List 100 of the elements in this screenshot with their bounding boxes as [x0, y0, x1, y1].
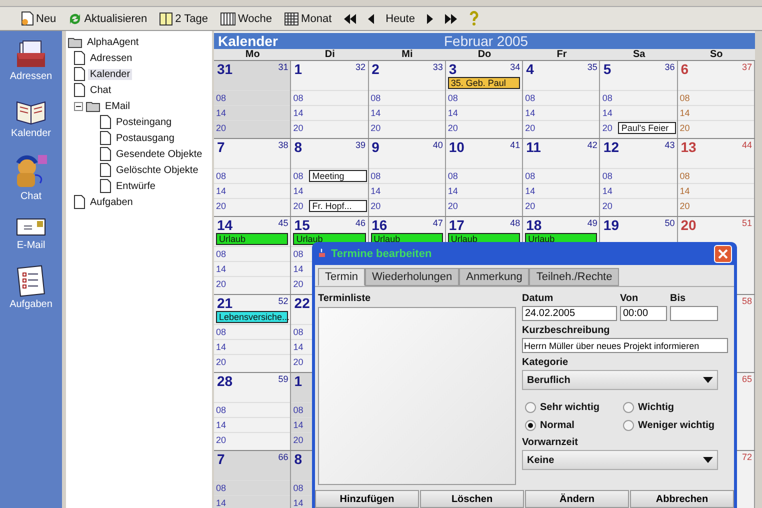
- hour-label: 20: [293, 435, 304, 445]
- day-of-year: 46: [356, 218, 366, 230]
- day-of-year: 49: [587, 218, 598, 230]
- hour-label: 14: [216, 186, 228, 196]
- hour-label: 08: [216, 93, 228, 103]
- day-of-year: 33: [432, 62, 443, 74]
- day-of-year: 43: [664, 140, 675, 152]
- field-label: Vorwarnzeit: [522, 437, 579, 448]
- hour-label: 14: [370, 186, 382, 196]
- hour-label: 20: [448, 123, 459, 133]
- day-number: 10: [448, 140, 464, 155]
- day-of-year: 39: [356, 140, 366, 152]
- hour-label: 08: [216, 171, 228, 181]
- hour-label: 08: [216, 327, 228, 337]
- day-number: 14: [217, 218, 233, 233]
- hour-label: 14: [680, 108, 691, 118]
- weekday-header: Mi: [400, 49, 414, 60]
- hour-label: 20: [602, 201, 614, 211]
- hour-label: 14: [216, 342, 228, 352]
- hour-label: 08: [293, 171, 304, 181]
- day-of-year: 48: [510, 218, 520, 230]
- hour-label: 08: [602, 93, 614, 103]
- hour-label: 14: [293, 186, 304, 196]
- hour-label: 08: [448, 93, 459, 103]
- day-number: 6: [680, 62, 688, 77]
- weekday-header: So: [708, 49, 724, 60]
- field-label: Bis: [670, 293, 687, 304]
- hour-label: 14: [293, 108, 304, 118]
- day-of-year: 45: [278, 218, 288, 230]
- hour-label: 20: [216, 279, 228, 289]
- hour-label: 20: [216, 201, 228, 211]
- hour-label: 08: [293, 483, 304, 493]
- day-number: 1: [294, 374, 302, 389]
- weekday-header: Sa: [632, 49, 646, 60]
- day-of-year: 51: [742, 218, 752, 230]
- hour-label: 08: [525, 171, 536, 181]
- hour-label: 20: [293, 123, 304, 133]
- day-number: 9: [372, 140, 380, 155]
- hour-label: 14: [602, 108, 614, 118]
- hour-label: 14: [680, 186, 691, 196]
- day-of-year: 72: [742, 452, 752, 464]
- hour-label: 08: [216, 483, 228, 493]
- hour-label: 14: [525, 186, 536, 196]
- hour-label: 20: [293, 279, 304, 289]
- hour-label: 08: [525, 93, 536, 103]
- hour-label: 14: [293, 498, 304, 508]
- hour-label: 20: [370, 123, 382, 133]
- hour-label: 08: [293, 93, 304, 103]
- day-of-year: 65: [742, 374, 752, 386]
- day-number: 22: [294, 296, 310, 311]
- field-label: Von: [620, 293, 640, 304]
- hour-label: 20: [680, 201, 691, 211]
- day-number: 2: [372, 62, 380, 77]
- day-number: 8: [294, 140, 302, 155]
- hour-label: 08: [293, 249, 304, 259]
- day-number: 4: [526, 62, 534, 77]
- hour-label: 08: [680, 171, 691, 181]
- hour-label: 08: [216, 405, 228, 415]
- hour-label: 20: [293, 201, 304, 211]
- hour-label: 20: [525, 123, 536, 133]
- hour-label: 08: [448, 171, 459, 181]
- hour-label: 20: [680, 123, 691, 133]
- day-of-year: 40: [432, 140, 443, 152]
- day-of-year: 36: [664, 62, 675, 74]
- hour-label: 20: [448, 201, 459, 211]
- day-number: 28: [217, 374, 233, 389]
- day-number: 7: [217, 140, 225, 155]
- hour-label: 14: [216, 108, 228, 118]
- day-of-year: 58: [742, 296, 752, 308]
- hour-label: 20: [370, 201, 382, 211]
- hour-label: 14: [293, 264, 304, 274]
- hour-label: 14: [448, 186, 459, 196]
- day-number: 8: [294, 452, 302, 467]
- day-of-year: 50: [664, 218, 675, 230]
- hour-label: 14: [525, 108, 536, 118]
- hour-label: 14: [293, 342, 304, 352]
- day-of-year: 41: [510, 140, 520, 152]
- hour-label: 20: [602, 123, 614, 133]
- hour-label: 20: [293, 357, 304, 367]
- hour-label: 08: [370, 93, 382, 103]
- hour-label: 08: [370, 171, 382, 181]
- day-number: 21: [217, 296, 233, 311]
- hour-label: 08: [293, 327, 304, 337]
- day-number: 18: [526, 218, 542, 233]
- dialog-title: Termine bearbeiten: [331, 248, 433, 260]
- hour-label: 14: [216, 264, 228, 274]
- field-label: Kurzbeschreibung: [522, 325, 611, 336]
- hour-label: 08: [293, 405, 304, 415]
- month-label: Februar 2005: [444, 33, 528, 49]
- day-of-year: 32: [356, 62, 366, 74]
- day-of-year: 35: [587, 62, 598, 74]
- day-of-year: 31: [278, 62, 288, 74]
- day-of-year: 47: [432, 218, 443, 230]
- day-number: 17: [448, 218, 464, 233]
- hour-label: 14: [216, 498, 228, 508]
- day-of-year: 52: [278, 296, 288, 308]
- day-of-year: 66: [278, 452, 288, 464]
- day-of-year: 38: [278, 140, 288, 152]
- day-number: 11: [526, 140, 541, 155]
- day-number: 15: [294, 218, 310, 233]
